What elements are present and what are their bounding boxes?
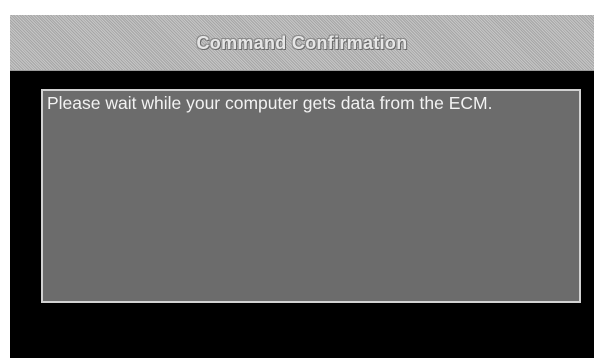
dialog-title: Command Confirmation: [196, 33, 408, 53]
command-confirmation-dialog: Command Confirmation Please wait while y…: [10, 15, 594, 358]
wait-message: Please wait while your computer gets dat…: [47, 93, 493, 113]
dialog-titlebar: Command Confirmation: [10, 15, 594, 71]
message-box: Please wait while your computer gets dat…: [41, 89, 581, 303]
